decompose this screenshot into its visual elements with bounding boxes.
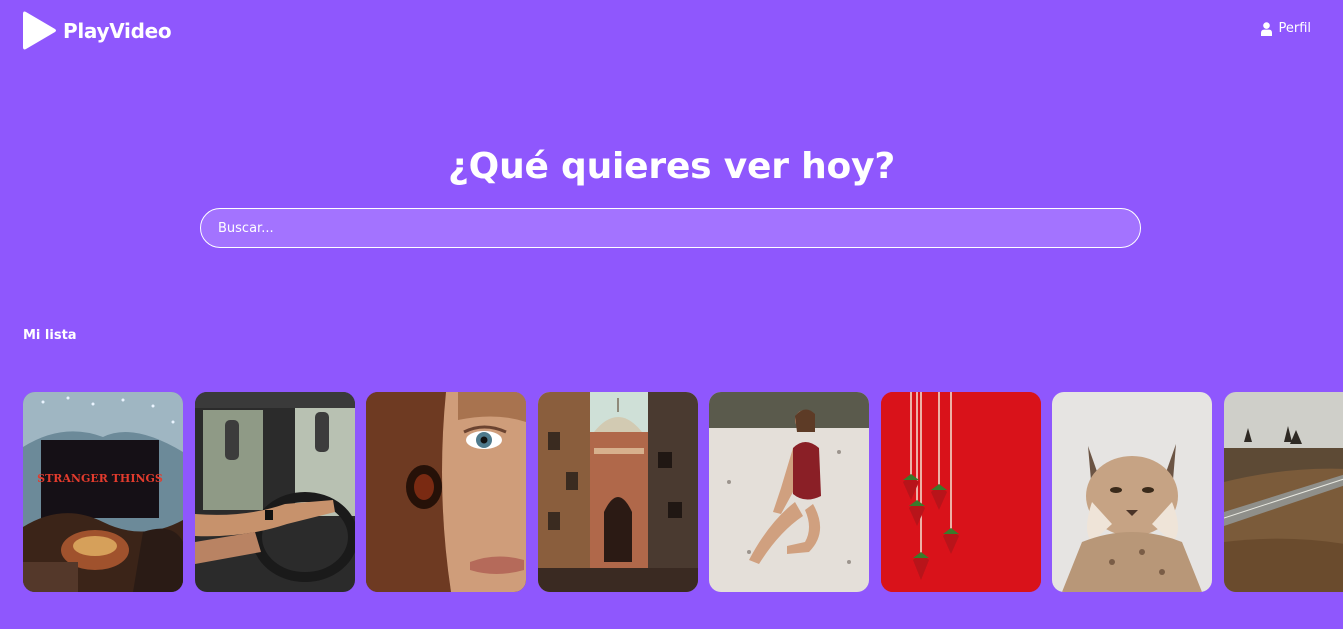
profile-link[interactable]: Perfil (1261, 21, 1311, 36)
stranger-things-sign-poster: STRANGER THINGS (23, 392, 183, 592)
list-item[interactable] (1052, 392, 1212, 592)
old-city-street-dome-poster (537, 392, 698, 592)
list-item[interactable] (709, 392, 869, 592)
truck-driver-steering-wheel-poster (194, 392, 355, 592)
list-item[interactable] (880, 392, 1041, 592)
section-title-my-list: Mi lista (23, 328, 77, 343)
profile-label: Perfil (1278, 21, 1311, 36)
playvideo-home: PlayVideo Perfil ¿Qué quieres ver hoy? M… (0, 0, 1343, 629)
play-triangle-icon (23, 11, 56, 50)
my-list-carousel[interactable]: STRANGER THINGS (23, 392, 1343, 592)
list-item[interactable] (194, 392, 355, 592)
search-input[interactable] (200, 208, 1141, 248)
list-item[interactable] (537, 392, 698, 592)
strawberries-on-red-poster (880, 392, 1041, 592)
poster-title-text: STRANGER THINGS (37, 472, 163, 485)
brand-logo[interactable]: PlayVideo (23, 11, 172, 50)
woman-on-beach-poster (709, 392, 869, 592)
face-with-horse-eye-poster (366, 392, 526, 592)
page-title: ¿Qué quieres ver hoy? (447, 146, 896, 187)
list-item[interactable]: STRANGER THINGS (23, 392, 183, 592)
brand-name: PlayVideo (63, 18, 172, 43)
list-item[interactable] (366, 392, 526, 592)
list-item[interactable] (1223, 392, 1343, 592)
lynx-in-snow-poster (1052, 392, 1212, 592)
highway-landscape-poster (1223, 392, 1343, 592)
user-icon (1261, 21, 1273, 36)
